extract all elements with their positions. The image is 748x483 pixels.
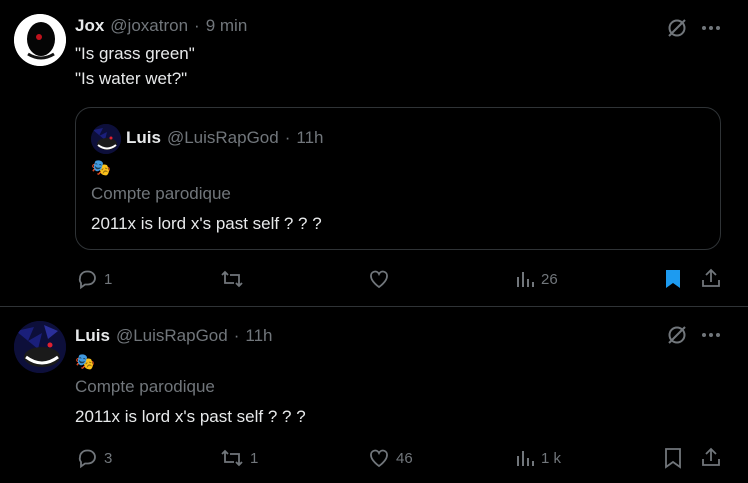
reply-icon	[76, 268, 98, 290]
views-count: 26	[541, 270, 558, 288]
avatar[interactable]	[91, 124, 121, 154]
parody-label: Compte parodique	[75, 377, 215, 396]
parody-badge: 🎭	[75, 354, 95, 371]
grok-button[interactable]	[666, 324, 688, 346]
quote-text: 2011x is lord x's past self ? ? ?	[91, 214, 322, 233]
like-icon	[368, 447, 390, 469]
separator-dot: ·	[194, 16, 200, 35]
views-button[interactable]: 1 k	[515, 447, 561, 469]
views-icon	[515, 268, 535, 290]
reply-button[interactable]: 3	[76, 447, 112, 469]
avatar[interactable]	[14, 321, 66, 373]
share-button[interactable]	[700, 446, 722, 468]
more-options-button[interactable]	[700, 17, 722, 39]
like-icon	[368, 268, 390, 290]
views-icon	[515, 447, 535, 469]
parody-label: Compte parodique	[91, 184, 231, 203]
repost-button[interactable]: 1	[220, 447, 258, 469]
author-handle[interactable]: @joxatron	[110, 16, 188, 36]
share-button[interactable]	[700, 267, 722, 289]
repost-icon	[220, 447, 244, 469]
bookmark-button[interactable]	[663, 447, 683, 469]
more-options-button[interactable]	[700, 324, 722, 346]
like-button[interactable]: 46	[368, 447, 413, 469]
grok-icon	[666, 324, 688, 346]
reply-count: 3	[104, 449, 113, 467]
more-icon	[700, 17, 722, 39]
grok-icon	[666, 17, 688, 39]
bookmark-button[interactable]	[663, 268, 683, 290]
tweet[interactable]: Jox @joxatron · 9 min "Is grass green" "…	[0, 0, 748, 306]
reply-icon	[76, 447, 98, 469]
tweet-text-line: "Is grass green"	[75, 44, 195, 63]
like-count: 46	[396, 449, 413, 467]
quote-header: Luis @LuisRapGod · 11h	[126, 128, 324, 148]
separator-dot: ·	[284, 128, 291, 147]
timestamp[interactable]: 9 min	[206, 16, 248, 36]
quote-author-handle[interactable]: @LuisRapGod	[167, 128, 279, 148]
share-icon	[700, 267, 722, 289]
reply-count: 1	[104, 270, 113, 288]
bookmark-icon	[663, 268, 683, 290]
views-button[interactable]: 26	[515, 268, 558, 290]
author-handle[interactable]: @LuisRapGod	[116, 326, 228, 346]
author-name[interactable]: Jox	[75, 16, 104, 36]
reply-button[interactable]: 1	[76, 268, 112, 290]
more-icon	[700, 324, 722, 346]
tweet-header: Jox @joxatron · 9 min	[75, 16, 247, 36]
quote-timestamp[interactable]: 11h	[296, 128, 323, 148]
share-icon	[700, 446, 722, 468]
repost-icon	[220, 268, 244, 290]
avatar[interactable]	[14, 14, 66, 66]
tweet-header: Luis @LuisRapGod · 11h	[75, 326, 273, 346]
grok-button[interactable]	[666, 17, 688, 39]
separator-dot: ·	[233, 326, 240, 345]
views-count: 1 k	[541, 449, 562, 467]
like-button[interactable]	[368, 268, 396, 290]
tweet-text: 2011x is lord x's past self ? ? ?	[75, 407, 306, 426]
author-name[interactable]: Luis	[75, 326, 110, 346]
quote-author-name[interactable]: Luis	[126, 128, 161, 148]
tweet-text-line: "Is water wet?"	[75, 69, 188, 88]
tweet[interactable]: Luis @LuisRapGod · 11h 🎭 Compte parodiqu…	[0, 307, 748, 483]
parody-badge: 🎭	[91, 160, 111, 177]
bookmark-icon	[663, 447, 683, 469]
timestamp[interactable]: 11h	[245, 326, 272, 346]
repost-count: 1	[250, 449, 259, 467]
repost-button[interactable]	[220, 268, 250, 290]
